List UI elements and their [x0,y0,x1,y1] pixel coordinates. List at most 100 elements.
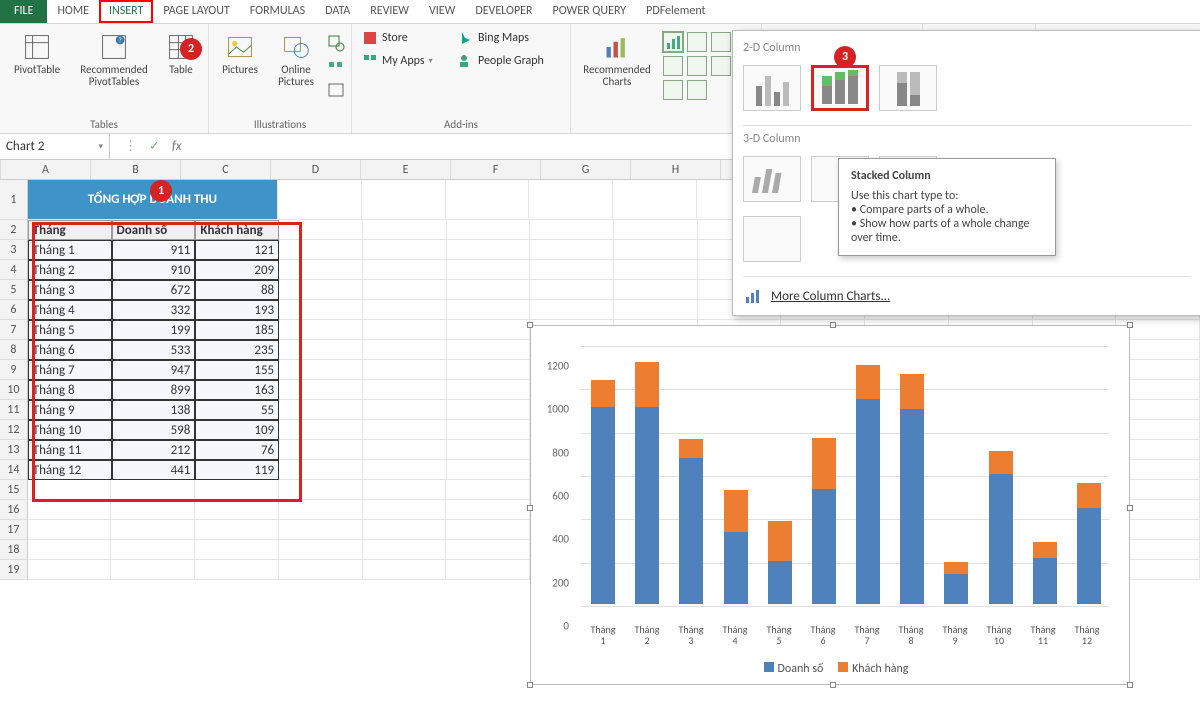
cell[interactable]: Tháng 5 [28,320,112,340]
embedded-chart[interactable]: 020040060080010001200 Tháng1Tháng2Tháng3… [530,325,1130,685]
cell[interactable]: 88 [195,280,279,300]
cell[interactable] [279,340,363,360]
cell[interactable]: 199 [112,320,196,340]
radar-chart-button[interactable] [687,80,707,100]
cell[interactable]: 672 [112,280,196,300]
cell[interactable]: Tháng 7 [28,360,112,380]
cell[interactable]: 55 [195,400,279,420]
column-header[interactable]: D [271,160,361,179]
cell[interactable] [363,520,447,540]
cell[interactable]: Tháng 2 [28,260,112,280]
cell[interactable] [111,480,195,500]
store-button[interactable]: Store [358,28,448,48]
cell[interactable] [279,280,363,300]
cell[interactable] [28,480,112,500]
cell[interactable]: Tháng 8 [28,380,112,400]
row-header[interactable]: 17 [0,520,28,540]
cell[interactable] [111,500,195,520]
cell[interactable] [195,540,279,560]
row-header[interactable]: 8 [0,340,28,360]
tab-developer[interactable]: DEVELOPER [465,0,542,23]
cell[interactable]: Tháng 3 [28,280,112,300]
cell[interactable] [613,180,697,220]
row-header[interactable]: 13 [0,440,28,460]
column-chart-button[interactable] [663,32,683,52]
cell[interactable] [363,280,447,300]
cell[interactable] [279,220,363,240]
row-header[interactable]: 6 [0,300,28,320]
column-header[interactable]: G [541,160,631,179]
cell[interactable]: Tháng 11 [28,440,112,460]
cell[interactable] [363,380,447,400]
cell[interactable]: Khách hàng [195,220,279,240]
row-header[interactable]: 5 [0,280,28,300]
cell[interactable] [363,240,447,260]
pie-chart-button[interactable] [663,80,683,100]
pictures-button[interactable]: Pictures [215,28,265,76]
row-header[interactable]: 12 [0,420,28,440]
cell[interactable] [614,220,698,240]
cell[interactable]: 138 [112,400,196,420]
resize-handle[interactable] [1127,322,1133,328]
row-header[interactable]: 4 [0,260,28,280]
cell[interactable] [363,220,447,240]
cell[interactable] [447,400,531,420]
cell[interactable] [447,280,531,300]
cell[interactable] [447,320,531,340]
cell[interactable] [530,300,614,320]
cell[interactable] [28,560,112,580]
cell[interactable] [614,300,698,320]
column-header[interactable]: F [451,160,541,179]
cell[interactable]: 121 [195,240,279,260]
cell[interactable]: Tháng 1 [28,240,112,260]
bar-chart-button[interactable] [687,32,707,52]
recommended-pivottables-button[interactable]: ? Recommended PivotTables [74,28,154,88]
row-header[interactable]: 14 [0,460,28,480]
column-header[interactable]: H [631,160,721,179]
tab-pagelayout[interactable]: PAGE LAYOUT [153,0,239,23]
cell[interactable]: 235 [195,340,279,360]
column-header[interactable]: E [361,160,451,179]
cell[interactable] [111,520,195,540]
cell[interactable] [614,260,698,280]
cell[interactable] [614,280,698,300]
cell[interactable]: Tháng 10 [28,420,112,440]
recommended-charts-button[interactable]: Recommended Charts [577,28,657,88]
cell[interactable]: 163 [195,380,279,400]
resize-handle[interactable] [527,682,533,688]
cell[interactable] [363,500,447,520]
row-header[interactable]: 16 [0,500,28,520]
cell[interactable] [279,460,363,480]
cell[interactable] [363,420,447,440]
row-header[interactable]: 1 [0,180,28,220]
cell[interactable] [362,180,446,220]
cell[interactable] [363,400,447,420]
cell[interactable] [279,420,363,440]
cell[interactable] [111,540,195,560]
cell[interactable]: 598 [112,420,196,440]
smartart-icon[interactable] [327,58,345,76]
scatter-chart-button[interactable] [711,56,731,76]
clustered-column-option[interactable] [743,65,801,111]
tab-view[interactable]: VIEW [419,0,465,23]
cell[interactable] [447,260,531,280]
tab-formulas[interactable]: FORMULAS [240,0,315,23]
resize-handle[interactable] [830,322,836,328]
cell[interactable]: 193 [195,300,279,320]
cell[interactable] [447,360,531,380]
row-header[interactable]: 11 [0,400,28,420]
cell[interactable] [279,380,363,400]
cell[interactable] [28,520,112,540]
3d-column-option[interactable] [743,216,801,262]
cell[interactable]: 155 [195,360,279,380]
cell[interactable] [279,240,363,260]
3d-clustered-column-option[interactable] [743,156,801,202]
column-header[interactable]: C [181,160,271,179]
cell[interactable] [447,340,531,360]
cell[interactable] [447,300,531,320]
cell[interactable]: 76 [195,440,279,460]
cell[interactable]: 911 [112,240,196,260]
resize-handle[interactable] [830,682,836,688]
tab-review[interactable]: REVIEW [360,0,419,23]
cell[interactable] [530,260,614,280]
